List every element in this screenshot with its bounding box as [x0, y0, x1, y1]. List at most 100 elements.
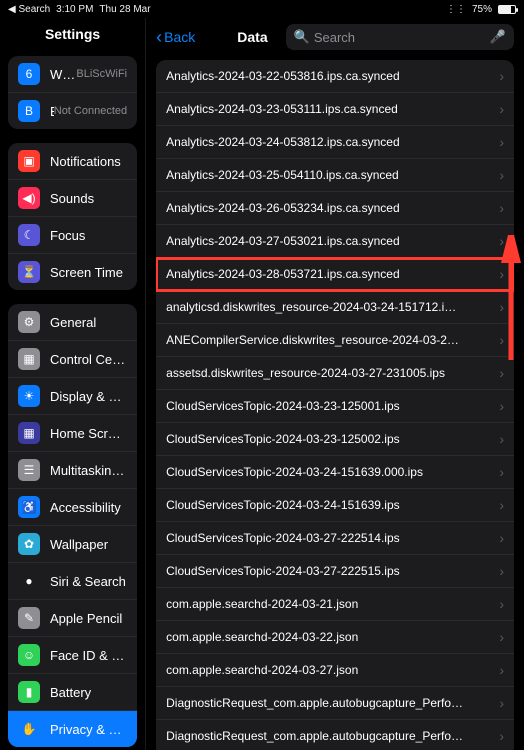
sidebar-item-focus[interactable]: ☾ Focus: [8, 217, 137, 254]
data-row[interactable]: CloudServicesTopic-2024-03-23-125001.ips…: [156, 390, 514, 423]
search-input[interactable]: [314, 30, 490, 45]
wifi-icon: ⋮⋮: [446, 4, 466, 15]
sidebar-item-bluetooth[interactable]: BBluetoothNot Connected: [8, 93, 137, 129]
general-icon: ⚙: [18, 311, 40, 333]
battery-pct: 75%: [472, 4, 492, 15]
sidebar-item-wi-fi[interactable]: ὏6 Wi-FiBLiScWiFi: [8, 56, 137, 93]
chevron-right-icon: ›: [499, 728, 504, 744]
sidebar-item-general[interactable]: ⚙ General: [8, 304, 137, 341]
data-filename: Analytics-2024-03-27-053021.ips.ca.synce…: [166, 234, 499, 248]
focus-icon: ☾: [18, 224, 40, 246]
sidebar-item-notifications[interactable]: ▣Notifications: [8, 143, 137, 180]
back-button[interactable]: ‹ Back: [156, 29, 195, 45]
sidebar-item-label: Wallpaper: [50, 537, 127, 552]
sidebar-item-label: Home Screen & App Library: [50, 426, 127, 441]
chevron-right-icon: ›: [499, 167, 504, 183]
data-row[interactable]: ANECompilerService.diskwrites_resource-2…: [156, 324, 514, 357]
data-filename: DiagnosticRequest_com.apple.autobugcaptu…: [166, 696, 499, 710]
battery-icon: [498, 5, 516, 14]
search-field[interactable]: 🔍 🎤: [286, 24, 514, 50]
sidebar-item-battery[interactable]: ▮Battery: [8, 674, 137, 711]
data-filename: CloudServicesTopic-2024-03-27-222514.ips: [166, 531, 499, 545]
sidebar-item-apple-pencil[interactable]: ✎ Apple Pencil: [8, 600, 137, 637]
data-filename: CloudServicesTopic-2024-03-24-151639.000…: [166, 465, 499, 479]
data-filename: assetsd.diskwrites_resource-2024-03-27-2…: [166, 366, 499, 380]
data-row[interactable]: Analytics-2024-03-25-054110.ips.ca.synce…: [156, 159, 514, 192]
data-filename: Analytics-2024-03-28-053721.ips.ca.synce…: [166, 267, 499, 281]
status-date: Thu 28 Mar: [99, 4, 150, 15]
data-row[interactable]: CloudServicesTopic-2024-03-27-222514.ips…: [156, 522, 514, 555]
sidebar-item-label: Screen Time: [50, 265, 127, 280]
chevron-right-icon: ›: [499, 695, 504, 711]
sidebar-item-detail: Not Connected: [54, 105, 127, 117]
sidebar-item-wallpaper[interactable]: ✿Wallpaper: [8, 526, 137, 563]
chevron-right-icon: ›: [499, 497, 504, 513]
sidebar-item-label: Accessibility: [50, 500, 127, 515]
data-filename: com.apple.searchd-2024-03-22.json: [166, 630, 499, 644]
data-row[interactable]: com.apple.searchd-2024-03-21.json›: [156, 588, 514, 621]
data-row[interactable]: analyticsd.diskwrites_resource-2024-03-2…: [156, 291, 514, 324]
data-filename: Analytics-2024-03-23-053111.ips.ca.synce…: [166, 102, 499, 116]
data-row[interactable]: CloudServicesTopic-2024-03-23-125002.ips…: [156, 423, 514, 456]
data-row[interactable]: DiagnosticRequest_com.apple.autobugcaptu…: [156, 687, 514, 720]
data-filename: analyticsd.diskwrites_resource-2024-03-2…: [166, 300, 499, 314]
chevron-right-icon: ›: [499, 431, 504, 447]
data-filename: CloudServicesTopic-2024-03-23-125002.ips: [166, 432, 499, 446]
wi-fi-icon: ὏6: [18, 63, 40, 85]
notifications-icon: ▣: [18, 150, 40, 172]
sidebar-item-display-brightness[interactable]: ☀Display & Brightness: [8, 378, 137, 415]
sidebar-item-face-id-passcode[interactable]: ☺ Face ID & Passcode: [8, 637, 137, 674]
sidebar-item-label: Face ID & Passcode: [50, 648, 127, 663]
data-filename: ANECompilerService.diskwrites_resource-2…: [166, 333, 499, 347]
apple-pencil-icon: ✎: [18, 607, 40, 629]
sidebar-item-multitasking-gestures[interactable]: ☰Multitasking & Gestures: [8, 452, 137, 489]
sidebar-item-home-screen-app-library[interactable]: ▦ Home Screen & App Library: [8, 415, 137, 452]
chevron-right-icon: ›: [499, 662, 504, 678]
sidebar-item-label: Apple Pencil: [50, 611, 127, 626]
back-to-app[interactable]: ◀ Search: [8, 4, 50, 15]
sidebar-item-label: Focus: [50, 228, 127, 243]
sidebar-item-privacy-security[interactable]: ✋ Privacy & Security: [8, 711, 137, 747]
sidebar-item-accessibility[interactable]: ♿Accessibility: [8, 489, 137, 526]
chevron-right-icon: ›: [499, 233, 504, 249]
control-centre-icon: ▦: [18, 348, 40, 370]
data-row[interactable]: Analytics-2024-03-27-053021.ips.ca.synce…: [156, 225, 514, 258]
data-row[interactable]: Analytics-2024-03-28-053721.ips.ca.synce…: [156, 258, 514, 291]
data-row[interactable]: CloudServicesTopic-2024-03-24-151639.ips…: [156, 489, 514, 522]
sidebar-item-sounds[interactable]: ◀)Sounds: [8, 180, 137, 217]
data-filename: DiagnosticRequest_com.apple.autobugcaptu…: [166, 729, 499, 743]
data-row[interactable]: Analytics-2024-03-22-053816.ips.ca.synce…: [156, 60, 514, 93]
data-row[interactable]: com.apple.searchd-2024-03-27.json›: [156, 654, 514, 687]
data-row[interactable]: CloudServicesTopic-2024-03-27-222515.ips…: [156, 555, 514, 588]
chevron-right-icon: ›: [499, 398, 504, 414]
sidebar-item-siri-search[interactable]: ●Siri & Search: [8, 563, 137, 600]
sidebar-item-screen-time[interactable]: ⏳Screen Time: [8, 254, 137, 290]
display-brightness-icon: ☀: [18, 385, 40, 407]
sidebar-item-label: Battery: [50, 685, 127, 700]
data-row[interactable]: com.apple.searchd-2024-03-22.json›: [156, 621, 514, 654]
data-filename: Analytics-2024-03-25-054110.ips.ca.synce…: [166, 168, 499, 182]
chevron-right-icon: ›: [499, 266, 504, 282]
data-row[interactable]: Analytics-2024-03-23-053111.ips.ca.synce…: [156, 93, 514, 126]
data-row[interactable]: CloudServicesTopic-2024-03-24-151639.000…: [156, 456, 514, 489]
data-row[interactable]: Analytics-2024-03-26-053234.ips.ca.synce…: [156, 192, 514, 225]
multitasking-gestures-icon: ☰: [18, 459, 40, 481]
sidebar-item-label: Wi-Fi: [50, 67, 76, 82]
privacy-security-icon: ✋: [18, 718, 40, 740]
sidebar-item-label: General: [50, 315, 127, 330]
chevron-right-icon: ›: [499, 332, 504, 348]
sidebar-item-detail: BLiScWiFi: [76, 68, 127, 80]
home-screen-app-library-icon: ▦: [18, 422, 40, 444]
back-label: Back: [164, 29, 195, 45]
face-id-passcode-icon: ☺: [18, 644, 40, 666]
mic-icon[interactable]: 🎤: [490, 29, 506, 45]
data-row[interactable]: assetsd.diskwrites_resource-2024-03-27-2…: [156, 357, 514, 390]
data-row[interactable]: Analytics-2024-03-24-053812.ips.ca.synce…: [156, 126, 514, 159]
chevron-right-icon: ›: [499, 365, 504, 381]
sidebar-item-control-centre[interactable]: ▦Control Centre: [8, 341, 137, 378]
chevron-right-icon: ›: [499, 464, 504, 480]
sidebar-item-label: Privacy & Security: [50, 722, 127, 737]
data-row[interactable]: DiagnosticRequest_com.apple.autobugcaptu…: [156, 720, 514, 750]
page-title: Settings: [8, 18, 137, 56]
search-icon: 🔍: [294, 29, 310, 45]
